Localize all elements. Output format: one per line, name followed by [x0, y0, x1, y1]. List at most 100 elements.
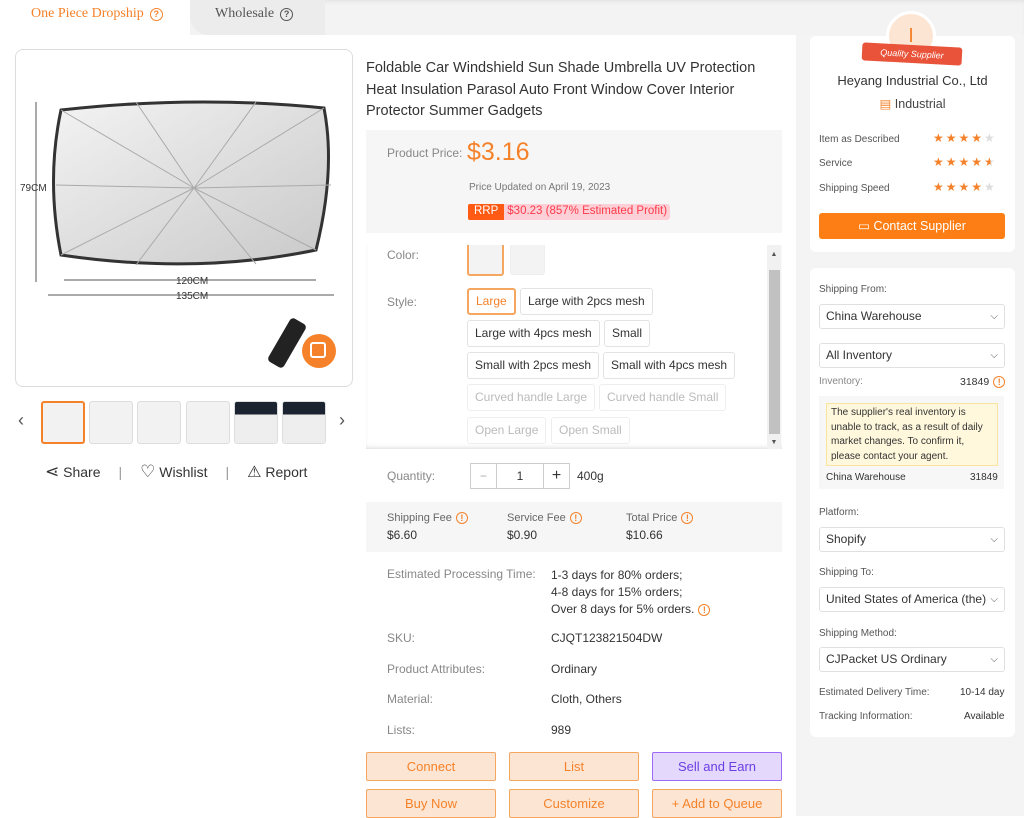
- help-icon[interactable]: ?: [280, 8, 294, 21]
- product-title: Foldable Car Windshield Sun Shade Umbrel…: [366, 60, 756, 119]
- height-label: 79CM: [20, 183, 47, 194]
- info-icon[interactable]: !: [681, 512, 694, 525]
- style-option[interactable]: Small: [604, 320, 651, 347]
- product-actions: ⋖ Share | ♡ Wishlist | ⚠ Report: [45, 462, 307, 482]
- platform-label: Platform:: [819, 507, 860, 518]
- selected-value: CJPacket US Ordinary: [826, 652, 947, 666]
- info-icon[interactable]: !: [993, 376, 1006, 389]
- thumbnail[interactable]: [282, 401, 326, 444]
- color-option[interactable]: [467, 245, 504, 276]
- image-search-icon[interactable]: [302, 334, 336, 368]
- warning-icon: ⚠: [247, 464, 262, 481]
- increment-button[interactable]: +: [543, 464, 569, 488]
- selected-value: All Inventory: [826, 348, 893, 362]
- shipping-method-select[interactable]: CJPacket US Ordinary ⌵: [819, 647, 1005, 672]
- rrp-badge: RRP $30.23 (857% Estimated Profit): [468, 204, 671, 220]
- style-option[interactable]: Small with 2pcs mesh: [467, 352, 600, 379]
- total-price: $10.66: [626, 528, 663, 543]
- material-label: Material:: [387, 692, 434, 706]
- wishlist-button[interactable]: ♡ Wishlist: [140, 462, 207, 482]
- info-icon[interactable]: !: [569, 512, 582, 525]
- tab-wholesale[interactable]: Wholesale?: [190, 0, 325, 35]
- thumbnail[interactable]: [41, 401, 85, 444]
- chat-icon: ▭: [858, 219, 870, 233]
- shipping-fee: $6.60: [387, 528, 418, 543]
- inventory-tooltip: The supplier's real inventory is unable …: [826, 403, 998, 466]
- quantity-label: Quantity:: [387, 469, 436, 483]
- lists-label: Lists:: [387, 723, 416, 737]
- tab-one-piece-dropship[interactable]: One Piece Dropship?: [0, 0, 190, 35]
- style-option[interactable]: Large: [467, 288, 516, 315]
- style-option[interactable]: Large with 4pcs mesh: [467, 320, 600, 347]
- inventory-filter-select[interactable]: All Inventory ⌵: [819, 343, 1005, 368]
- thumbnail[interactable]: [137, 401, 181, 444]
- delivery-label: Estimated Delivery Time:: [819, 687, 930, 698]
- inventory-value: 31849: [960, 376, 990, 388]
- style-option[interactable]: Open Small: [551, 417, 630, 444]
- info-icon[interactable]: !: [698, 603, 711, 616]
- style-option[interactable]: Large with 2pcs mesh: [520, 288, 653, 315]
- sell-and-earn-button[interactable]: Sell and Earn: [652, 752, 782, 781]
- thumbnail[interactable]: [234, 401, 278, 444]
- separator: |: [118, 464, 123, 480]
- supplier-name[interactable]: Heyang Industrial Co., Ltd: [810, 73, 1015, 88]
- connect-button[interactable]: Connect: [366, 752, 496, 781]
- thumbnail[interactable]: [186, 401, 230, 444]
- processing-label: Estimated Processing Time:: [387, 567, 536, 581]
- style-option: Curved handle Large: [467, 384, 596, 411]
- scrollbar-thumb[interactable]: [769, 270, 780, 434]
- thumb-next-arrow[interactable]: ›: [339, 410, 345, 431]
- style-option[interactable]: Curved handle Small: [599, 384, 727, 411]
- sunshade-image: 79CM 120CM 135CM: [20, 100, 336, 368]
- add-to-queue-button[interactable]: + Add to Queue: [652, 789, 782, 818]
- tracking-label: Tracking Information:: [819, 711, 913, 722]
- attributes-label: Product Attributes:: [387, 662, 486, 676]
- shipping-method-label: Shipping Method:: [819, 628, 897, 639]
- selected-value: China Warehouse: [826, 309, 922, 323]
- inventory-label: Inventory:: [819, 376, 863, 387]
- quantity-input[interactable]: 1: [497, 464, 543, 488]
- sku-row: SKU: CJQT123821504DW: [387, 631, 662, 645]
- report-button[interactable]: ⚠ Report: [247, 462, 307, 482]
- price-label: Product Price:: [387, 146, 463, 160]
- selected-value: Shopify: [826, 532, 867, 546]
- share-icon: ⋖: [45, 462, 60, 481]
- supplier-category: Industrial: [894, 97, 946, 111]
- help-icon[interactable]: ?: [149, 8, 163, 21]
- variant-selector: Color: Style: Large Large with 2pcs mesh…: [366, 245, 782, 449]
- color-option[interactable]: [510, 245, 545, 275]
- info-icon[interactable]: !: [455, 512, 468, 525]
- sku-label: SKU:: [387, 631, 416, 645]
- width-label: 135CM: [176, 291, 208, 302]
- share-button[interactable]: ⋖ Share: [45, 462, 101, 482]
- platform-select[interactable]: Shopify ⌵: [819, 527, 1005, 552]
- shipping-to-select[interactable]: United States of America (the) ⌵: [819, 587, 1005, 612]
- quantity-stepper: − 1 +: [470, 463, 570, 489]
- service-fee: $0.90: [507, 528, 538, 543]
- list-button[interactable]: List: [509, 752, 639, 781]
- rating-stars: ★★★★★: [933, 131, 997, 145]
- heart-icon: ♡: [140, 462, 156, 481]
- weight: 400g: [577, 469, 604, 483]
- tracking-value: Available: [964, 711, 1005, 722]
- attributes-value: Ordinary: [551, 662, 598, 676]
- thumb-prev-arrow[interactable]: ‹: [18, 410, 24, 431]
- store-icon: ▤: [879, 97, 892, 111]
- style-option[interactable]: Open Large: [467, 417, 547, 444]
- thumbnail[interactable]: [89, 401, 133, 444]
- contact-supplier-button[interactable]: ▭ Contact Supplier: [819, 213, 1005, 239]
- style-option[interactable]: Small with 4pcs mesh: [603, 352, 736, 379]
- report-label: Report: [265, 464, 308, 480]
- customize-button[interactable]: Customize: [509, 789, 639, 818]
- lists-value: 989: [551, 723, 572, 737]
- main-product-image[interactable]: 79CM 120CM 135CM: [15, 49, 353, 387]
- total-price-label: Total Price: [626, 512, 678, 524]
- contact-label: Contact Supplier: [873, 219, 966, 233]
- shipping-from-label: Shipping From:: [819, 284, 887, 295]
- buy-now-button[interactable]: Buy Now: [366, 789, 496, 818]
- shipping-from-select[interactable]: China Warehouse ⌵: [819, 304, 1005, 329]
- decrement-button[interactable]: −: [471, 464, 497, 488]
- service-fee-label: Service Fee: [507, 512, 566, 524]
- rating-stars: ★★★★★: [933, 180, 997, 194]
- selected-value: United States of America (the): [826, 592, 987, 606]
